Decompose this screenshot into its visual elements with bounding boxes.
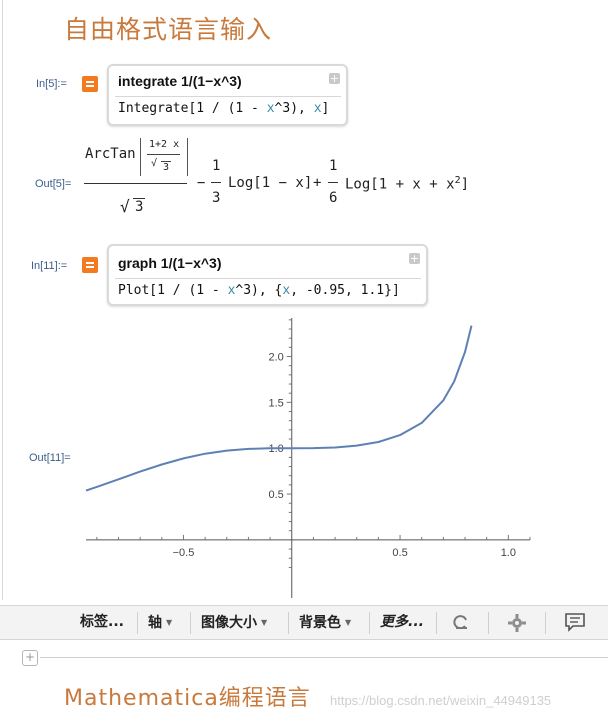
toolbar-separator: [288, 612, 289, 634]
toolbar-separator: [545, 612, 546, 634]
undo-swirl-icon[interactable]: [451, 614, 471, 636]
chevron-down-icon: ▼: [345, 618, 352, 627]
inner-sqrt-sign: √: [151, 158, 158, 169]
gear-icon[interactable]: [508, 614, 526, 636]
input-label-11: In[11]:=: [31, 260, 68, 272]
wolfram-alpha-icon-2[interactable]: [82, 257, 98, 273]
sqrt-sign: √: [120, 197, 130, 216]
coef-one-b: 1: [329, 158, 338, 174]
comment-icon[interactable]: [565, 613, 585, 636]
output-label-11: Out[11]=: [29, 452, 71, 464]
toolbar-separator: [436, 612, 437, 634]
inner-fraction-bar: [147, 154, 180, 155]
plot-graphic[interactable]: −0.5 0.5 1.00.51.01.52.0: [78, 312, 538, 602]
toolbar-separator: [369, 612, 370, 634]
insert-cell-line: [40, 657, 608, 658]
toolbar-image-size-button[interactable]: 图像大小 ▼: [201, 606, 267, 639]
coef-one-a: 1: [212, 158, 221, 174]
inner-denominator: 3: [161, 161, 172, 173]
x-tick-label: −0.5: [173, 547, 195, 559]
y-tick-label: 0.5: [268, 489, 283, 501]
log-one-minus-x: Log[1 − x]: [228, 175, 313, 191]
minus-sign: −: [197, 175, 206, 191]
chevron-down-icon: ▼: [166, 618, 173, 627]
coef-bar-a: [211, 182, 221, 183]
expand-plus-icon-2[interactable]: +: [409, 253, 420, 264]
toolbar-background-button[interactable]: 背景色 ▼: [299, 606, 351, 639]
main-fraction-bar: [84, 183, 187, 184]
watermark-text: https://blog.csdn.net/weixin_44949135: [330, 693, 552, 708]
arctan-text: ArcTan: [85, 146, 136, 162]
section-heading-freeform: 自由格式语言输入: [64, 15, 273, 44]
freeform-input-box-2[interactable]: graph 1/(1−x^3) + Plot[1 / (1 - x^3), {x…: [107, 244, 428, 306]
inner-numerator: 1+2 x: [149, 139, 180, 150]
generated-code-1[interactable]: Integrate[1 / (1 - x^3), x]: [118, 101, 329, 116]
toolbar-separator: [190, 612, 191, 634]
toolbar-axis-button[interactable]: 轴 ▼: [148, 606, 172, 639]
freeform-query-1[interactable]: integrate 1/(1−x^3): [118, 73, 242, 89]
chevron-down-icon: ▼: [261, 618, 268, 627]
y-tick-label: 1.5: [268, 397, 283, 409]
coef-three: 3: [212, 190, 221, 206]
toolbar-separator: [137, 612, 138, 634]
output-label-5: Out[5]=: [35, 178, 72, 190]
freeform-input-box-1[interactable]: integrate 1/(1−x^3) + Integrate[1 / (1 -…: [107, 64, 348, 126]
coef-six: 6: [329, 190, 338, 206]
toolbar-labels-button[interactable]: 标签...: [80, 606, 124, 639]
wolfram-alpha-icon[interactable]: [82, 76, 98, 92]
freeform-query-2[interactable]: graph 1/(1−x^3): [118, 255, 222, 271]
divider: [115, 96, 341, 97]
x-tick-label: 1.0: [501, 547, 516, 559]
denominator-sqrt3: 3: [133, 198, 146, 215]
expand-plus-icon[interactable]: +: [329, 73, 340, 84]
toolbar-separator: [488, 612, 489, 634]
insert-cell-plus-icon[interactable]: +: [22, 650, 38, 666]
notebook-left-rule: [2, 0, 3, 600]
toolbar-more-button[interactable]: 更多...: [380, 606, 424, 639]
graphics-toolbar: 标签... 轴 ▼ 图像大小 ▼ 背景色 ▼ 更多...: [0, 605, 608, 640]
log-quadratic: Log[1 + x + x2]: [345, 175, 470, 193]
plus-sign: +: [313, 175, 322, 191]
input-label-5: In[5]:=: [36, 78, 67, 90]
generated-code-2[interactable]: Plot[1 / (1 - x^3), {x, -0.95, 1.1}]: [118, 283, 400, 298]
section-heading-programming: Mathematica编程语言: [64, 686, 311, 711]
coef-bar-b: [328, 182, 338, 183]
divider-2: [115, 278, 421, 279]
y-tick-label: 2.0: [268, 352, 283, 364]
x-tick-label: 0.5: [392, 547, 407, 559]
